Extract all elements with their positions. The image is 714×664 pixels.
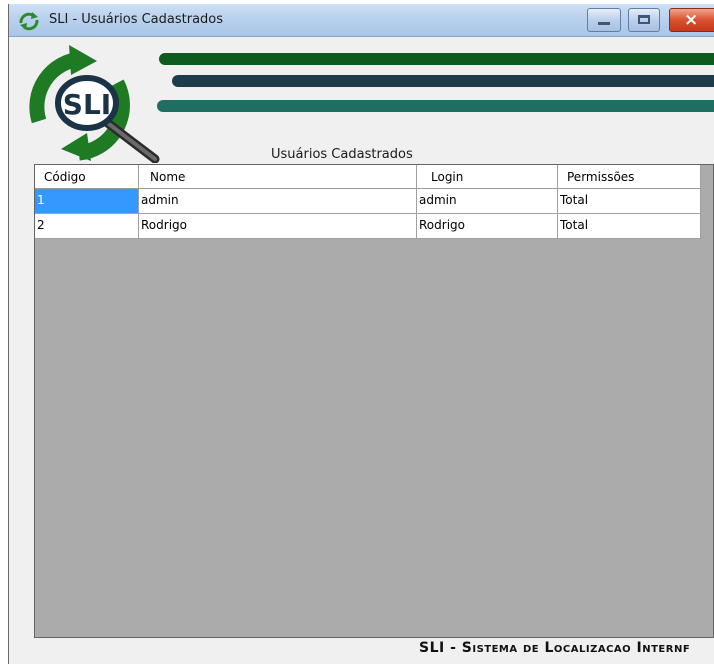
logo-text: SLI (63, 88, 111, 121)
column-header-permissoes[interactable]: Permissões (558, 165, 701, 188)
header-stripe-bottom (157, 100, 714, 112)
status-bar-text: SLI - Sistema de Localizacao Internf (419, 640, 691, 656)
grid-header: Código Nome Login Permissões (35, 165, 701, 189)
column-header-codigo[interactable]: Código (35, 165, 139, 188)
recycle-arrows-icon (19, 12, 39, 31)
cell-login[interactable]: Rodrigo (417, 214, 558, 238)
title-bar[interactable]: SLI - Usuários Cadastrados × (9, 4, 714, 37)
cell-nome[interactable]: admin (139, 189, 417, 213)
cell-permissoes[interactable]: Total (558, 189, 701, 213)
users-grid[interactable]: Código Nome Login Permissões 1 admin adm… (34, 164, 714, 638)
main-window: SLI - Usuários Cadastrados × SLI Usuário… (8, 4, 714, 664)
close-icon: × (684, 10, 699, 30)
cell-codigo[interactable]: 1 (35, 189, 139, 213)
cell-codigo[interactable]: 2 (35, 214, 139, 238)
sli-logo: SLI (29, 45, 160, 163)
column-header-nome[interactable]: Nome (139, 165, 417, 188)
minimize-button[interactable] (587, 8, 621, 32)
table-row[interactable]: 2 Rodrigo Rodrigo Total (35, 214, 701, 239)
header-stripe-middle (172, 75, 714, 87)
header-stripe-top (159, 53, 714, 65)
table-row[interactable]: 1 admin admin Total (35, 189, 701, 214)
grid-caption: Usuários Cadastrados (271, 147, 413, 162)
close-button[interactable]: × (669, 8, 714, 32)
cell-permissoes[interactable]: Total (558, 214, 701, 238)
window-title: SLI - Usuários Cadastrados (49, 12, 224, 27)
maximize-button[interactable] (628, 8, 660, 32)
cell-nome[interactable]: Rodrigo (139, 214, 417, 238)
cell-login[interactable]: admin (417, 189, 558, 213)
column-header-login[interactable]: Login (417, 165, 558, 188)
